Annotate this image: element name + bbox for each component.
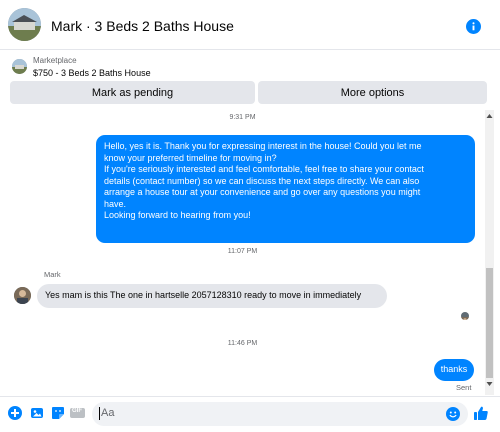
- outgoing-message[interactable]: thanks: [434, 359, 474, 381]
- text-caret: [99, 407, 100, 420]
- conversation-title[interactable]: Mark · 3 Beds 2 Baths House: [51, 18, 234, 34]
- message-line: details (contact number) so we can discu…: [104, 175, 420, 186]
- scroll-down-arrow-icon[interactable]: [485, 380, 494, 388]
- timestamp: 11:46 PM: [227, 340, 258, 347]
- outgoing-message[interactable]: Hello, yes it is. Thank you for expressi…: [96, 135, 475, 243]
- seen-avatar: [461, 312, 469, 320]
- listing-title[interactable]: $750 - 3 Beds 2 Baths House: [33, 68, 151, 78]
- house-avatar[interactable]: [8, 8, 41, 41]
- emoji-icon[interactable]: [446, 407, 460, 421]
- photo-icon[interactable]: [30, 406, 44, 420]
- info-icon[interactable]: [466, 19, 481, 34]
- message-list: 9:31 PM Hello, yes it is. Thank you for …: [0, 110, 485, 395]
- sender-avatar[interactable]: [14, 287, 31, 304]
- plus-circle-icon[interactable]: [8, 406, 22, 420]
- message-composer: GIF Aa: [0, 396, 500, 432]
- marketplace-label: Marketplace: [33, 56, 77, 65]
- message-line: know your preferred timeline for moving …: [104, 152, 277, 163]
- scroll-up-arrow-icon[interactable]: [485, 112, 494, 120]
- input-placeholder: Aa: [101, 407, 115, 419]
- message-line: arrange a house tour at your convenience…: [104, 187, 421, 197]
- timestamp: 9:31 PM: [229, 114, 256, 121]
- timestamp: 11:07 PM: [227, 248, 258, 255]
- chat-header: Mark · 3 Beds 2 Baths House: [0, 0, 500, 50]
- message-input[interactable]: Aa: [92, 402, 468, 426]
- scrollbar-thumb[interactable]: [486, 268, 493, 378]
- sent-status: Sent: [456, 383, 472, 392]
- listing-thumbnail[interactable]: [12, 59, 27, 74]
- message-line: Hello, yes it is. Thank you for expressi…: [104, 141, 422, 151]
- thumbs-up-icon[interactable]: [473, 405, 489, 421]
- gif-label: GIF: [72, 408, 82, 414]
- mark-as-pending-button[interactable]: Mark as pending: [10, 81, 255, 104]
- message-line: If you're seriously interested and feel …: [104, 164, 424, 174]
- message-line: Looking forward to hearing from you!: [104, 210, 251, 220]
- sticker-icon[interactable]: [51, 406, 65, 420]
- more-options-button[interactable]: More options: [258, 81, 487, 104]
- message-line: have.: [104, 198, 127, 209]
- sender-name: Mark: [44, 270, 61, 279]
- incoming-message[interactable]: Yes mam is this The one in hartselle 205…: [37, 284, 387, 308]
